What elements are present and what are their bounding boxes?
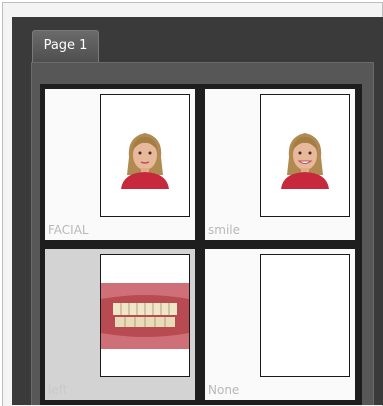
intraoral-teeth-photo [101,283,189,349]
photo-cell-left[interactable]: left [45,249,195,400]
photo-cell-label: None [208,383,240,397]
photo-frame [100,254,190,377]
photo-cell-smile[interactable]: smile [205,89,355,240]
empty-photo-slot [260,254,350,377]
girl-portrait-photo [281,133,329,189]
photo-frame [260,94,350,217]
photo-cell-label: smile [208,223,240,237]
girl-portrait-photo [121,133,169,189]
photo-cell-facial[interactable]: FACIAL [45,89,195,240]
photo-cell-label: left [48,383,68,397]
photo-frame [100,94,190,217]
photo-cell-label: FACIAL [48,223,89,237]
tab-page-1[interactable]: Page 1 [32,30,99,62]
photo-cell-none[interactable]: None [205,249,355,400]
